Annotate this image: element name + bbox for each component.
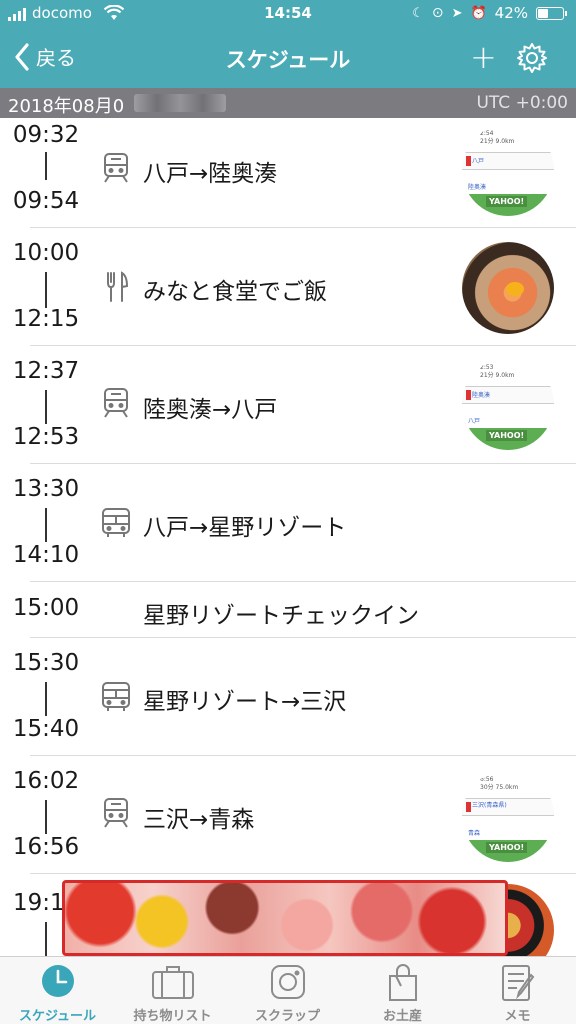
schedule-item[interactable]: 09:32 09:54 八戸→陸奥湊 2:54 21分 9.0km 八戸 陸奥湊 … [0, 118, 576, 228]
schedule-item[interactable]: 15:00 星野リゾートチェックイン [0, 582, 576, 638]
train-icon [104, 388, 128, 418]
blurred-date-text [134, 94, 226, 112]
map-time: 2:54 [480, 130, 494, 137]
tab-schedule[interactable]: スケジュール [0, 957, 115, 1024]
start-time: 13:30 [12, 476, 80, 502]
tab-label: スクラップ [254, 1009, 320, 1024]
date-header: 2018年08月0 UTC +0:00 [0, 88, 576, 118]
end-time: 09:54 [12, 188, 80, 214]
map-station: 陸奥湊 [468, 184, 487, 191]
schedule-item[interactable]: 16:02 16:56 三沢→青森 6:56 30分 75.0km 三沢(青森県)… [0, 756, 576, 874]
suitcase-icon [151, 966, 194, 999]
start-time: 16:02 [12, 768, 80, 794]
yahoo-logo: YAHOO! [486, 842, 528, 853]
tab-label: お土産 [382, 1009, 422, 1024]
map-station: 八戸 [472, 158, 485, 165]
time-connector [45, 922, 47, 956]
start-time: 10:00 [12, 240, 80, 266]
map-detail: 30分 75.0km [480, 784, 519, 791]
schedule-title: 星野リゾート→三沢 [143, 689, 347, 715]
shopping-bag-icon [388, 964, 417, 1001]
start-time: 09:32 [12, 122, 80, 148]
time-connector [45, 800, 47, 834]
schedule-title: 三沢→青森 [143, 807, 255, 833]
date-label: 2018年08月0 [8, 96, 125, 117]
schedule-title: 八戸→星野リゾート [143, 515, 347, 541]
memo-icon [501, 965, 534, 1001]
map-station: 三沢(青森県) [472, 802, 507, 809]
bus-icon [102, 682, 130, 711]
schedule-item[interactable]: 10:00 12:15 みなと食堂でご飯 [0, 228, 576, 346]
schedule-list[interactable]: 09:32 09:54 八戸→陸奥湊 2:54 21分 9.0km 八戸 陸奥湊 … [0, 118, 576, 956]
alarm-icon: ⏰ [470, 5, 487, 21]
schedule-title: 陸奥湊→八戸 [143, 397, 278, 423]
start-time: 15:00 [12, 595, 80, 621]
battery-percent: 42% [494, 4, 528, 22]
time-connector [45, 682, 47, 716]
tab-souvenirs[interactable]: お土産 [345, 957, 460, 1024]
schedule-item[interactable]: 15:30 15:40 星野リゾート→三沢 [0, 638, 576, 756]
schedule-title: みなと食堂でご飯 [143, 279, 327, 305]
route-map-thumbnail[interactable]: 2:53 21分 9.0km 陸奥湊 八戸 YAHOO! [462, 358, 554, 450]
end-time: 15:40 [12, 716, 80, 742]
moon-icon: ☾ [412, 5, 424, 21]
map-time: 6:56 [480, 776, 494, 783]
food-photo-thumbnail[interactable] [462, 242, 554, 334]
tab-memo[interactable]: メモ [460, 957, 575, 1024]
map-detail: 21分 9.0km [480, 138, 515, 145]
fork-knife-icon [107, 271, 129, 302]
time-connector [45, 152, 47, 180]
time-connector [45, 508, 47, 542]
clock-icon [41, 965, 74, 997]
end-time: 16:56 [12, 834, 80, 860]
status-bar: docomo 14:54 ☾ ⊙ ➤ ⏰ 42% [0, 0, 576, 28]
timezone-label: UTC +0:00 [476, 93, 568, 113]
schedule-title: 八戸→陸奥湊 [143, 161, 278, 187]
train-icon [104, 798, 128, 828]
tab-scrap[interactable]: スクラップ [230, 957, 345, 1024]
rotation-lock-icon: ⊙ [431, 5, 444, 21]
route-map-thumbnail[interactable]: 2:54 21分 9.0km 八戸 陸奥湊 YAHOO! [462, 124, 554, 216]
start-time: 12:37 [12, 358, 80, 384]
map-station: 八戸 [468, 418, 481, 425]
map-station: 陸奥湊 [472, 392, 491, 399]
gear-icon[interactable] [516, 42, 548, 74]
route-map-thumbnail[interactable]: 6:56 30分 75.0km 三沢(青森県) 青森 YAHOO! [462, 770, 554, 862]
bus-icon [102, 508, 130, 537]
location-arrow-icon: ➤ [451, 5, 463, 21]
train-icon [104, 153, 128, 183]
map-detail: 21分 9.0km [480, 372, 515, 379]
navigation-bar: 戻る スケジュール + [0, 28, 576, 88]
yahoo-logo: YAHOO! [486, 196, 528, 207]
end-time: 12:53 [12, 424, 80, 450]
tab-packing-list[interactable]: 持ち物リスト [115, 957, 230, 1024]
schedule-title: 星野リゾートチェックイン [143, 603, 419, 629]
tab-label: メモ [504, 1009, 531, 1024]
camera-icon [270, 965, 305, 999]
end-time: 12:15 [12, 306, 80, 332]
schedule-item[interactable]: 13:30 14:10 八戸→星野リゾート [0, 464, 576, 582]
redacted-mosaic-image [62, 880, 508, 956]
yahoo-logo: YAHOO! [486, 430, 528, 441]
time-connector [45, 272, 47, 308]
end-time: 14:10 [12, 542, 80, 568]
tab-label: 持ち物リスト [133, 1009, 212, 1024]
schedule-item[interactable]: 12:37 12:53 陸奥湊→八戸 2:53 21分 9.0km 陸奥湊 八戸 … [0, 346, 576, 464]
tab-label: スケジュール [18, 1009, 97, 1024]
add-button[interactable]: + [470, 38, 497, 76]
battery-icon [536, 6, 567, 20]
map-time: 2:53 [480, 364, 494, 371]
start-time: 15:30 [12, 650, 80, 676]
map-station: 青森 [468, 830, 481, 837]
tab-bar: スケジュール 持ち物リスト スクラップ お土産 メモ [0, 956, 576, 1024]
time-connector [45, 390, 47, 424]
